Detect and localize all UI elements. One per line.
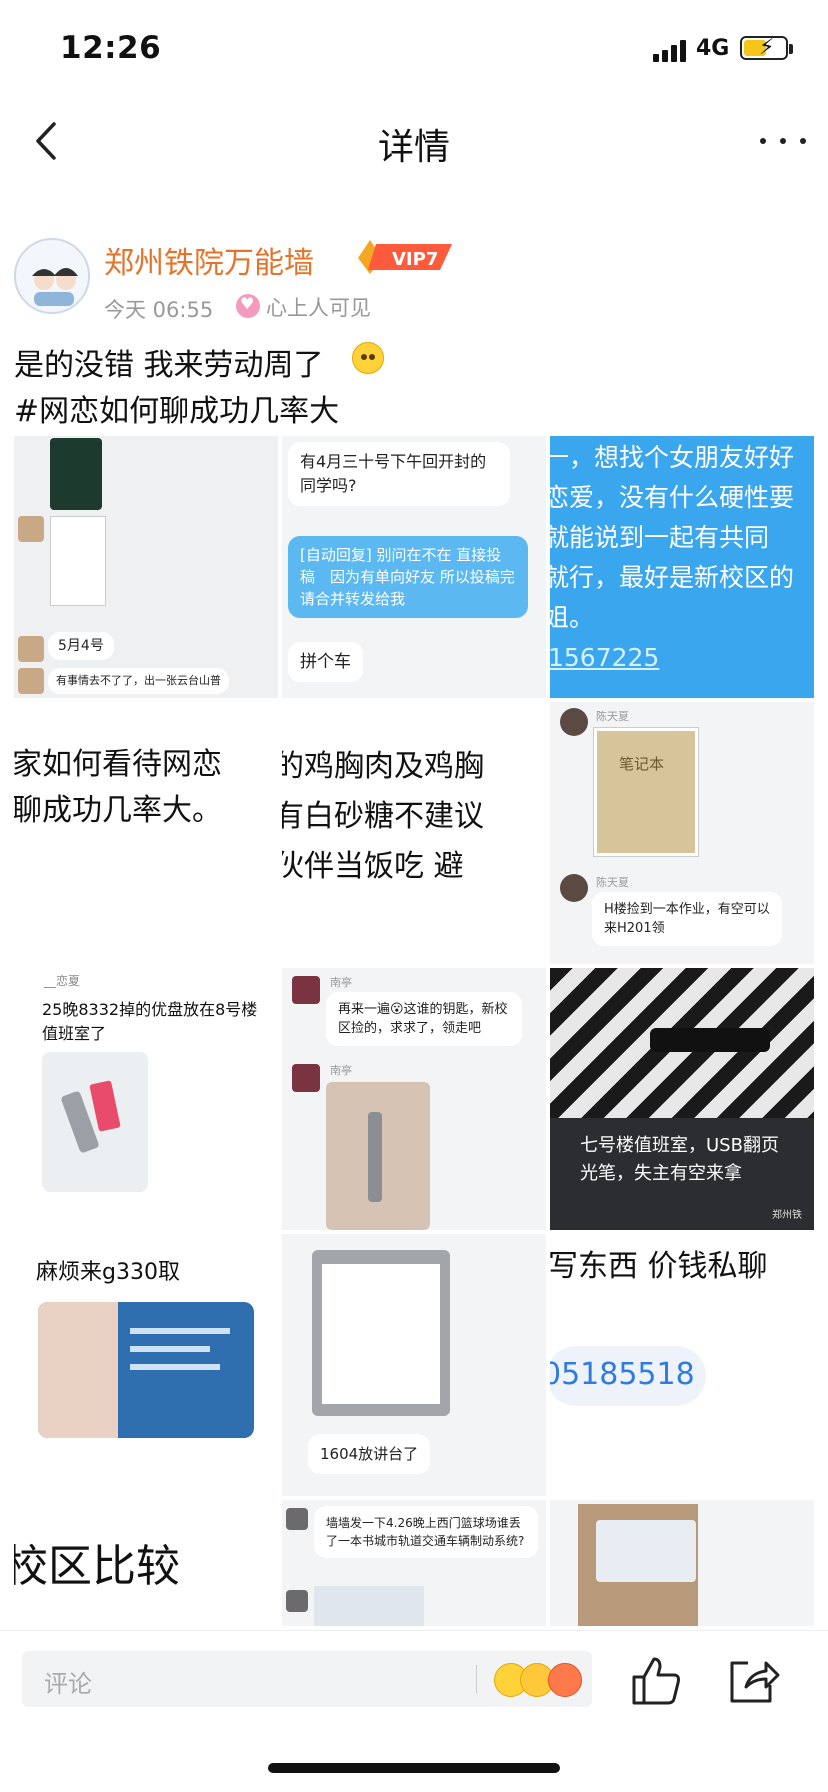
grid-image[interactable]: 的鸡胸肉及鸡胸 有白砂糖不建议 伙伴当饭吃 避 (282, 702, 546, 964)
comment-placeholder: 评论 (44, 1670, 92, 1698)
image-grid: 5月4号 有事情去不了了，出一张云台山普 有4月三十号下午回开封的同学吗? [自… (14, 436, 814, 1626)
auto-reply: [自动回复] 别问在不在 直接投稿 因为有单向好友 所以投稿完请合并转发给我 (288, 536, 528, 618)
screenshot-text: 的鸡胸肉及鸡胸 有白砂糖不建议 伙伴当饭吃 避 (282, 749, 484, 884)
angry-emoji-icon (548, 1663, 582, 1697)
signal-icon (653, 38, 689, 62)
contact-number: 1567225 (550, 643, 660, 672)
grid-image[interactable]: 校区比较 (14, 1500, 278, 1626)
author-name[interactable]: 郑州铁院万能墙 (104, 238, 314, 282)
share-icon (730, 1661, 780, 1703)
photo-caption: 七号楼值班室，USB翻页 光笔，失主有空来拿 (580, 1135, 779, 1184)
bottom-action-bar: 评论 (0, 1630, 828, 1730)
grid-image[interactable]: 5月4号 有事情去不了了，出一张云台山普 (14, 436, 278, 698)
network-label: 4G (696, 36, 730, 61)
nav-bar: 详情 (0, 100, 828, 180)
avatar[interactable] (14, 238, 90, 314)
watermark: 郑州铁 (772, 1210, 802, 1221)
contact-number: 05185518 (550, 1357, 695, 1392)
post-text-line1: 是的没错 我来劳动周了 (14, 348, 324, 383)
grid-image[interactable]: 墙墙发一下4.26晚上西门篮球场谁丢了一本书城市轨道交通车辆制动系统? (282, 1500, 546, 1626)
chat-message: 再来一遍😮这谁的钥匙，新校区捡的，求求了，领走吧 (326, 992, 522, 1046)
status-time: 12:26 (60, 30, 162, 66)
status-bar: 12:26 4G ⚡ (0, 0, 828, 100)
chat-question: 有4月三十号下午回开封的同学吗? (288, 442, 510, 506)
screenshot-text: 校区比较 (14, 1541, 180, 1592)
chat-message: 1604放讲台了 (308, 1434, 431, 1474)
vip-badge: VIP7 (354, 236, 454, 276)
more-icon (760, 138, 766, 144)
chat-reply: 拼个车 (288, 642, 363, 682)
chat-name: 南亭 (330, 976, 352, 989)
chat-message: 墙墙发一下4.26晚上西门篮球场谁丢了一本书城市轨道交通车辆制动系统? (314, 1506, 538, 1558)
home-indicator (268, 1763, 560, 1773)
grid-image[interactable]: 陈天夏 笔记本 陈天夏 H楼捡到一本作业，有空可以来H201领 (550, 702, 814, 964)
chat-message: 麻烦来g330取 (36, 1260, 180, 1285)
post-hashtag[interactable]: #网恋如何聊成功几率大 (14, 386, 339, 430)
divider (476, 1665, 477, 1693)
like-icon (632, 1657, 680, 1705)
screenshot-text: 写东西 价钱私聊 (550, 1249, 768, 1284)
chat-message: 有事情去不了了，出一张云台山普 (48, 668, 229, 694)
post-screenshot-text: 一，想找个女朋友好好 恋爱，没有什么硬性要 就能说到一起有共同 就行，最好是新校… (550, 443, 795, 632)
chat-date: 5月4号 (48, 632, 114, 660)
grid-image[interactable]: 一，想找个女朋友好好 恋爱，没有什么硬性要 就能说到一起有共同 就行，最好是新校… (550, 436, 814, 698)
grid-image[interactable]: 1604放讲台了 (282, 1234, 546, 1496)
screenshot-text: 家如何看待网恋 聊成功几率大。 (14, 747, 222, 828)
like-button[interactable] (628, 1653, 684, 1709)
visibility-label: 心上人可见 (266, 296, 371, 320)
more-button[interactable] (756, 120, 812, 160)
grid-image[interactable]: 七号楼值班室，USB翻页 光笔，失主有空来拿 郑州铁 (550, 968, 814, 1230)
post-time: 今天 06:55 (104, 298, 214, 322)
emoji-button[interactable] (494, 1661, 594, 1701)
share-button[interactable] (724, 1653, 780, 1709)
comment-input[interactable]: 评论 (22, 1651, 592, 1707)
vip-label: VIP7 (392, 249, 438, 270)
heart-icon (236, 294, 260, 318)
blush-emoji-icon (352, 342, 384, 374)
page-title: 详情 (377, 127, 450, 168)
grid-image[interactable]: __恋夏 25晚8332掉的优盘放在8号楼值班室了 (14, 968, 278, 1230)
chat-name: __恋夏 (44, 974, 81, 988)
chat-message: H楼捡到一本作业，有空可以来H201领 (592, 892, 782, 946)
chat-name: 南亭 (330, 1064, 352, 1077)
grid-image[interactable]: 南亭 再来一遍😮这谁的钥匙，新校区捡的，求求了，领走吧 南亭 (282, 968, 546, 1230)
battery-icon: ⚡ (740, 35, 793, 60)
chat-name: 陈天夏 (596, 876, 629, 889)
grid-image[interactable] (550, 1500, 814, 1626)
grid-image[interactable]: 写东西 价钱私聊 05185518 (550, 1234, 814, 1496)
grid-image[interactable]: 有4月三十号下午回开封的同学吗? [自动回复] 别问在不在 直接投稿 因为有单向… (282, 436, 546, 698)
grid-image[interactable]: 麻烦来g330取 (14, 1234, 278, 1496)
notebook-label: 笔记本 (619, 755, 665, 773)
chat-message: 25晚8332掉的优盘放在8号楼值班室了 (42, 1000, 258, 1043)
grid-image[interactable]: 家如何看待网恋 聊成功几率大。 (14, 702, 278, 964)
chat-name: 陈天夏 (596, 710, 629, 723)
